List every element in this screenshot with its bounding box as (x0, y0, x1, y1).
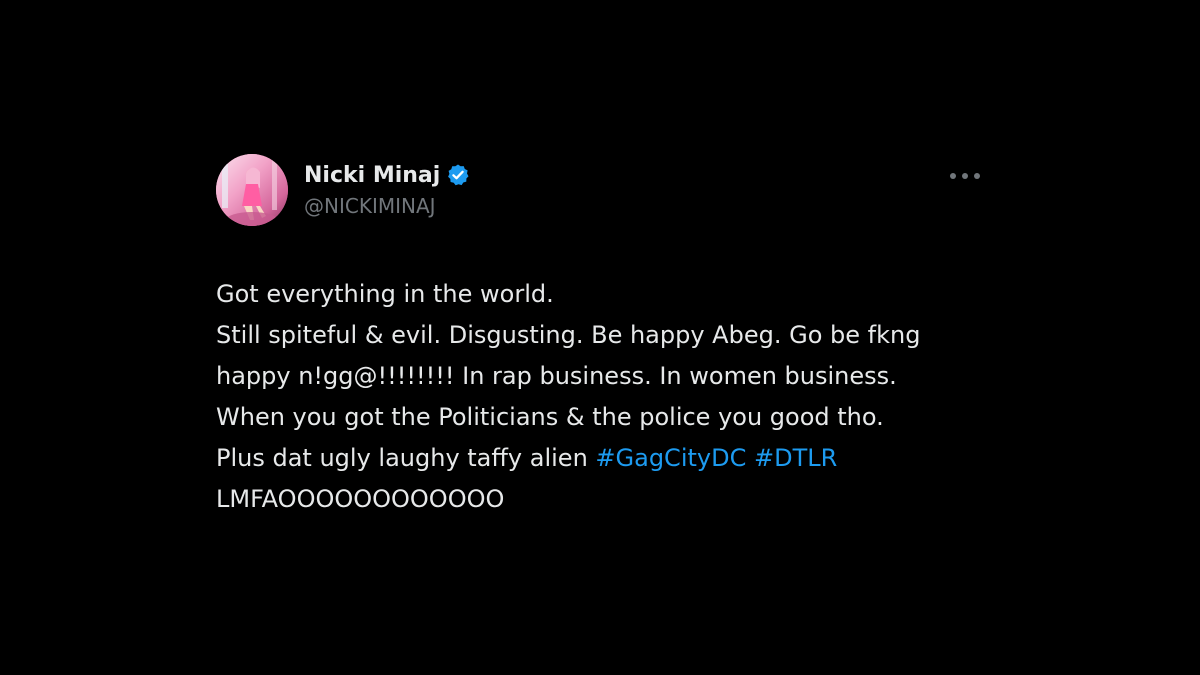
hashtag-gagcitydc[interactable]: #GagCityDC (595, 444, 746, 472)
tweet-card: Nicki Minaj @NICKIMINAJ Got everything i… (216, 154, 986, 520)
display-name[interactable]: Nicki Minaj (304, 163, 440, 188)
dot (974, 173, 980, 179)
hashtag-dtlr[interactable]: #DTLR (754, 444, 837, 472)
tweet-line-1: Got everything in the world. (216, 280, 554, 308)
dot (950, 173, 956, 179)
author-info: Nicki Minaj @NICKIMINAJ (304, 160, 470, 218)
tweet-header: Nicki Minaj @NICKIMINAJ (216, 154, 986, 228)
avatar[interactable] (216, 154, 288, 226)
dot (962, 173, 968, 179)
tweet-text: Got everything in the world. Still spite… (216, 274, 986, 520)
verified-badge-icon (446, 163, 470, 187)
tweet-line-5-text: Plus dat ugly laughy taffy alien (216, 444, 596, 472)
name-row: Nicki Minaj (304, 160, 470, 190)
author-handle[interactable]: @NICKIMINAJ (304, 194, 470, 218)
tweet-line-4: When you got the Politicians & the polic… (216, 403, 884, 431)
tweet-line-5: Plus dat ugly laughy taffy alien #GagCit… (216, 438, 986, 479)
tweet-line-3: happy n!gg@!!!!!!!! In rap business. In … (216, 362, 897, 390)
tweet-line-6: LMFAOOOOOOOOOOOO (216, 485, 505, 513)
more-options-icon[interactable] (950, 166, 980, 186)
avatar-image (216, 154, 288, 226)
tweet-line-2: Still spiteful & evil. Disgusting. Be ha… (216, 321, 921, 349)
